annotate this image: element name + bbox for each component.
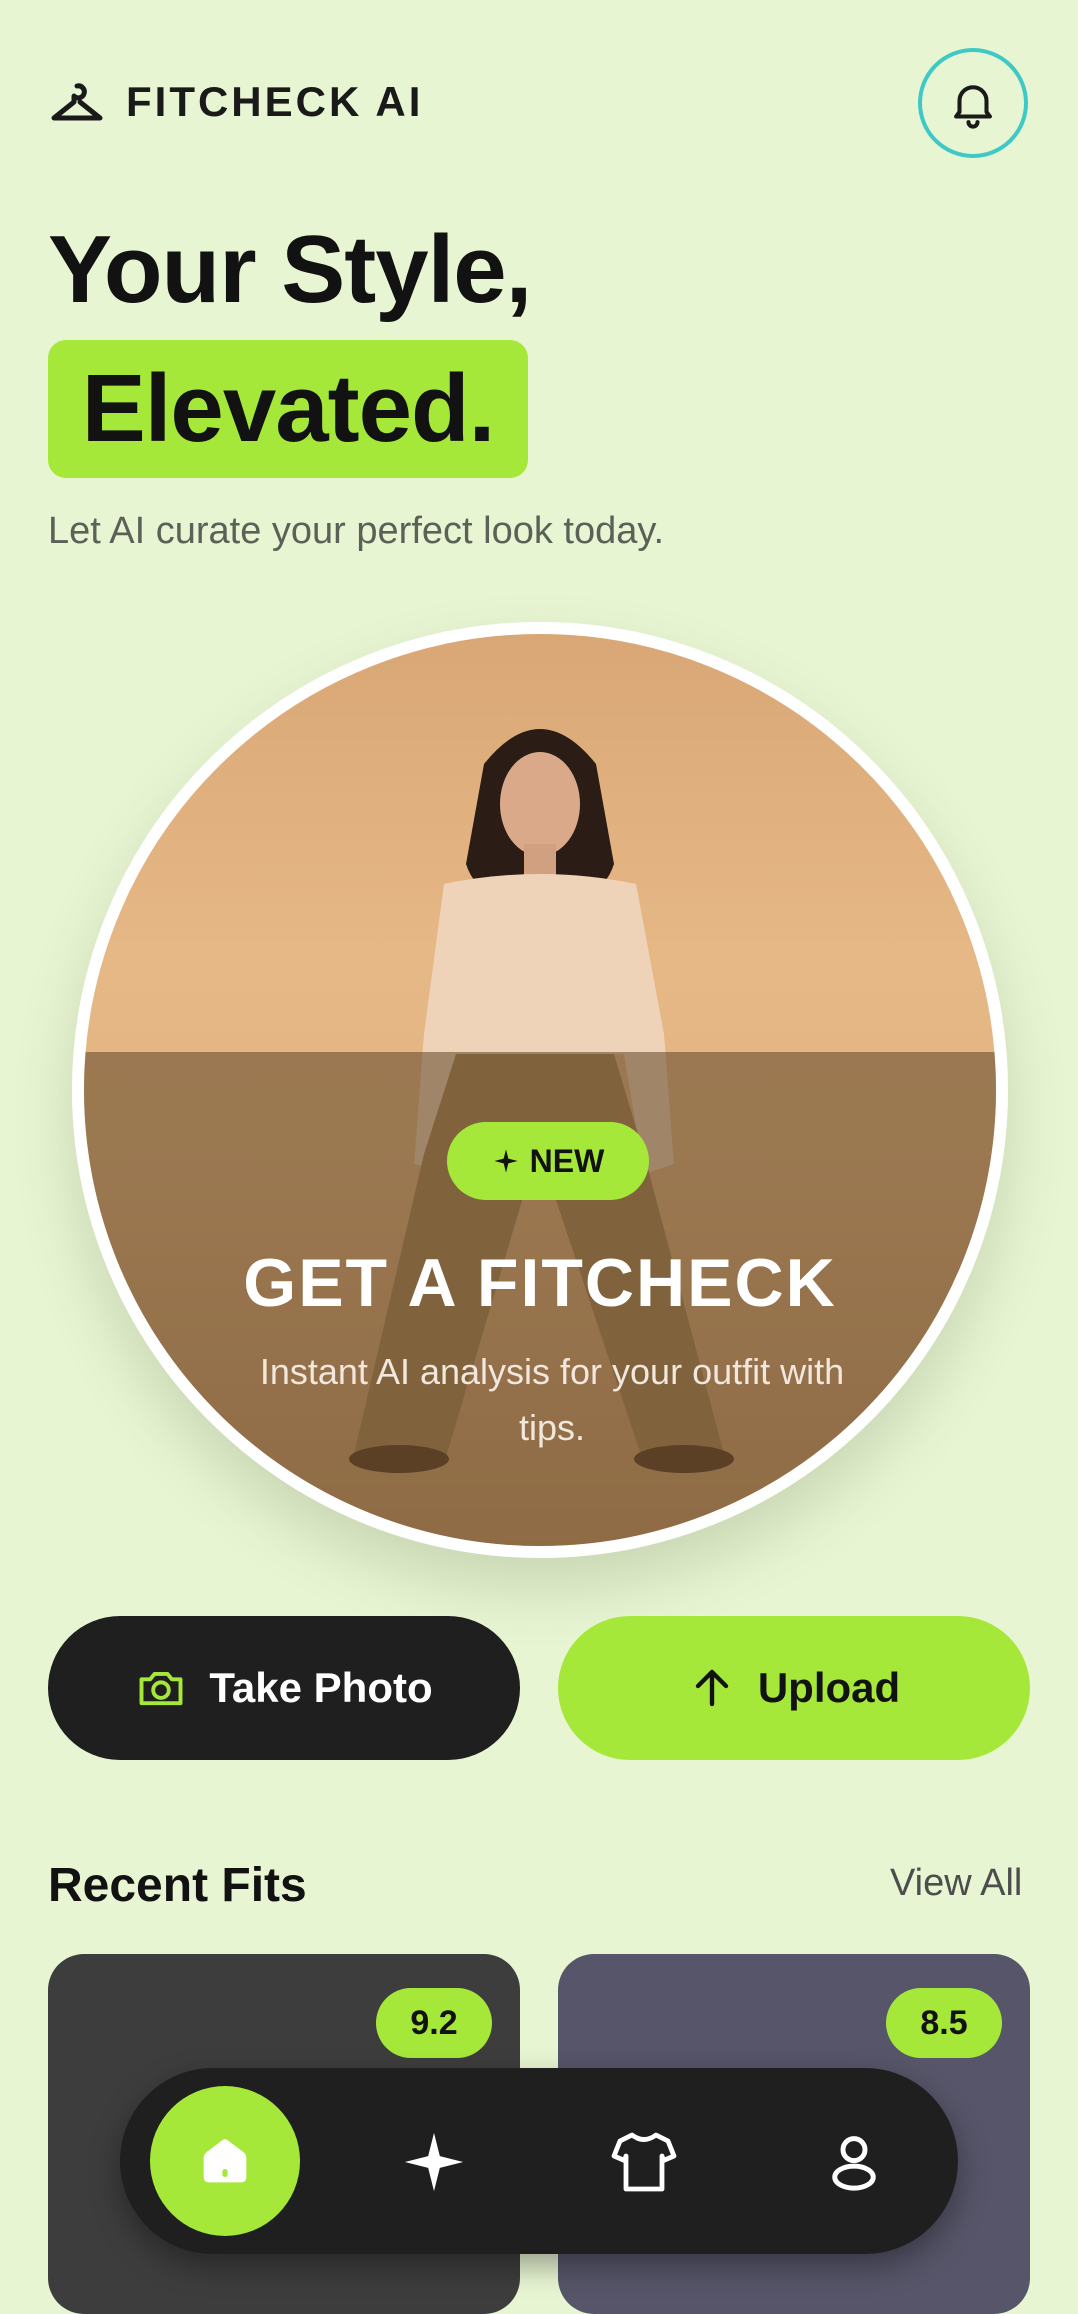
- nav-home-button[interactable]: [150, 2086, 300, 2236]
- take-photo-button[interactable]: Take Photo: [48, 1616, 520, 1760]
- hero-subtitle: Let AI curate your perfect look today.: [48, 510, 665, 552]
- sparkle-icon: [404, 2132, 464, 2192]
- new-badge-label: NEW: [529, 1142, 605, 1179]
- arrow-up-icon: [695, 1669, 729, 1707]
- fit-score-badge: 9.2: [376, 1988, 492, 2058]
- view-all-link[interactable]: View All: [890, 1862, 1022, 1905]
- nav-wardrobe-button[interactable]: [602, 2120, 686, 2204]
- tshirt-icon: [611, 2132, 677, 2192]
- app-brand: FITCHECK AI: [126, 78, 424, 125]
- upload-label: Upload: [757, 1664, 901, 1711]
- bell-icon: [954, 85, 992, 129]
- new-badge: NEW: [447, 1122, 649, 1200]
- profile-icon: [832, 2136, 876, 2191]
- camera-icon: [139, 1671, 183, 1706]
- card-title: GET A FITCHECK: [243, 1245, 837, 1321]
- get-fitcheck-card[interactable]: NEW GET A FITCHECK Instant AI analysis f…: [72, 622, 1008, 1558]
- sparkle-icon: [494, 1149, 518, 1173]
- home-icon: [203, 2139, 247, 2183]
- notifications-button[interactable]: [918, 48, 1028, 158]
- fit-score-badge: 8.5: [886, 1988, 1002, 2058]
- hero-title-line2: Elevated.: [81, 355, 496, 462]
- nav-profile-button[interactable]: [812, 2120, 896, 2204]
- upload-button[interactable]: Upload: [558, 1616, 1030, 1760]
- hanger-icon: [51, 83, 103, 121]
- recent-fits-title: Recent Fits: [48, 1859, 307, 1912]
- hero-highlight: Elevated.: [48, 340, 528, 478]
- hero-title-line1: Your Style,: [48, 216, 532, 323]
- card-description: Instant AI analysis for your outfit with…: [259, 1351, 845, 1448]
- nav-ai-button[interactable]: [392, 2120, 476, 2204]
- take-photo-label: Take Photo: [209, 1664, 433, 1711]
